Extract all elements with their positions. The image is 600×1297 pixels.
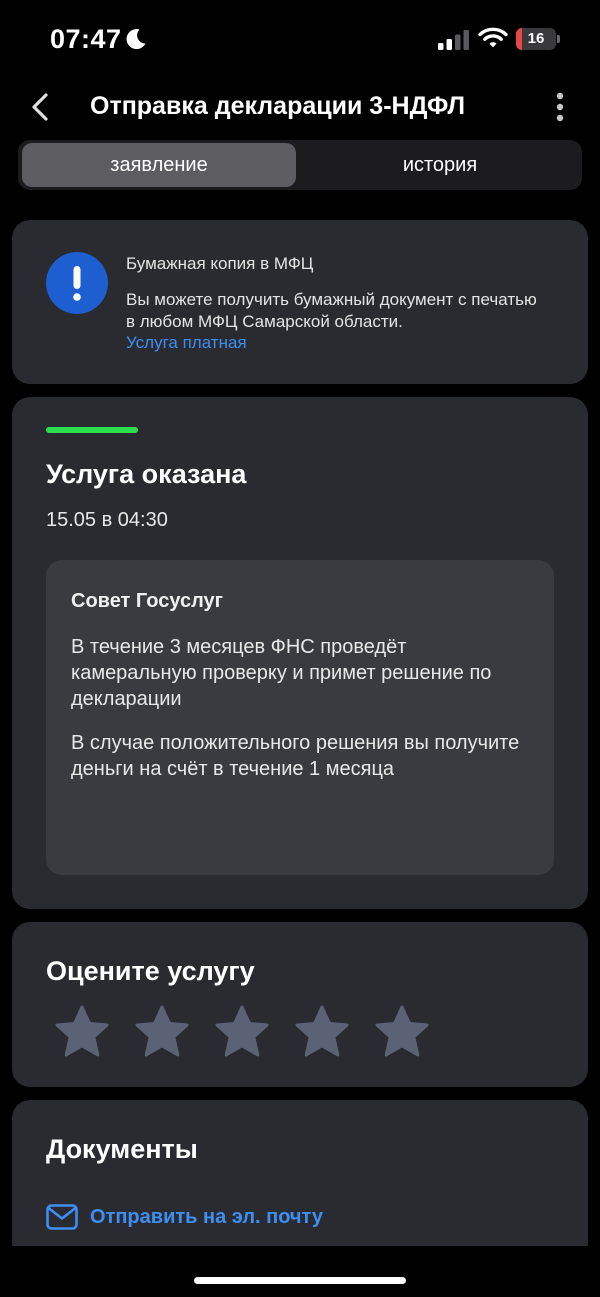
tab-history[interactable]: история	[302, 143, 578, 187]
status-progress-bar	[46, 427, 138, 433]
paid-service-link[interactable]: Услуга платная	[126, 333, 247, 353]
more-vertical-icon	[556, 92, 564, 122]
advice-box: Совет Госуслуг В течение 3 месяцев ФНС п…	[46, 560, 554, 875]
documents-card: Документы Отправить на эл. почту	[12, 1100, 588, 1246]
exclamation-icon	[46, 252, 108, 314]
rating-title: Оцените услугу	[46, 956, 255, 986]
back-button[interactable]	[26, 90, 56, 124]
home-indicator[interactable]	[194, 1277, 406, 1284]
battery-level: 16	[527, 30, 545, 47]
star-icon-5[interactable]	[374, 1004, 430, 1060]
documents-title: Документы	[46, 1134, 198, 1164]
mfc-notice-title: Бумажная копия в МФЦ	[126, 254, 314, 273]
status-title: Услуга оказана	[46, 459, 247, 489]
mfc-notice-card: Бумажная копия в МФЦ Вы можете получить …	[12, 220, 588, 384]
battery-cap	[557, 35, 560, 43]
advice-paragraph-1: В течение 3 месяцев ФНС проведёт камерал…	[71, 636, 492, 710]
star-icon-1[interactable]	[54, 1004, 110, 1060]
battery-indicator: 16	[516, 28, 560, 50]
signal-icon	[438, 30, 469, 50]
more-button[interactable]	[548, 90, 572, 124]
wifi-icon	[478, 27, 508, 48]
status-time: 07:47	[50, 24, 122, 54]
nav-header: Отправка декларации 3-НДФЛ	[0, 82, 600, 132]
status-bar: 07:47 16	[0, 0, 600, 80]
moon-icon	[126, 29, 146, 50]
mail-icon	[46, 1204, 78, 1230]
star-icon-3[interactable]	[214, 1004, 270, 1060]
status-date: 15.05 в 04:30	[46, 509, 168, 531]
mfc-notice-text: Вы можете получить бумажный документ с п…	[126, 290, 537, 331]
status-progress-fill	[46, 427, 138, 433]
rating-card: Оцените услугу	[12, 922, 588, 1087]
segmented-tabs: заявление история	[18, 140, 582, 190]
send-email-link[interactable]: Отправить на эл. почту	[90, 1206, 323, 1229]
battery-body: 16	[516, 28, 556, 50]
advice-paragraph-2: В случае положительного решения вы получ…	[71, 732, 520, 780]
tab-application[interactable]: заявление	[22, 143, 296, 187]
star-icon-4[interactable]	[294, 1004, 350, 1060]
service-status-card: Услуга оказана 15.05 в 04:30 Совет Госус…	[12, 397, 588, 909]
chevron-left-icon	[32, 93, 48, 121]
advice-title: Совет Госуслуг	[71, 590, 223, 612]
page-title: Отправка декларации 3-НДФЛ	[90, 92, 465, 120]
star-icon-2[interactable]	[134, 1004, 190, 1060]
